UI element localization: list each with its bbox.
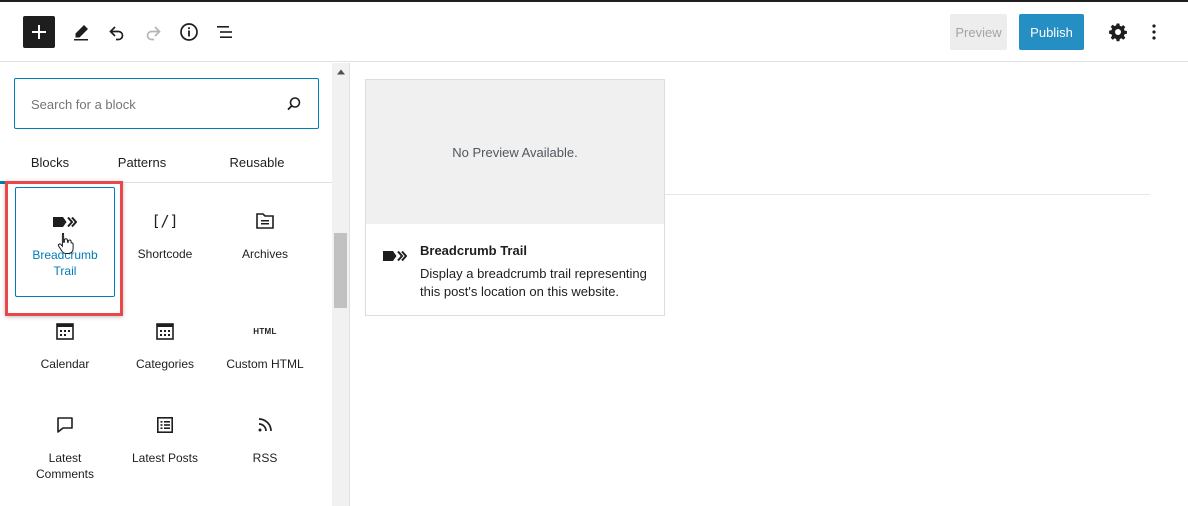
more-vertical-icon	[1152, 24, 1156, 40]
block-item-archives[interactable]: Archives	[215, 187, 315, 297]
inserter-tabs: Blocks Patterns Reusable	[0, 141, 332, 184]
block-label: Latest Comments	[35, 451, 94, 481]
undo-icon	[109, 26, 124, 41]
pencil-icon	[74, 25, 88, 41]
scroll-up-arrow-icon[interactable]	[332, 63, 349, 80]
details-button[interactable]	[177, 16, 201, 48]
tab-blocks[interactable]: Blocks	[0, 141, 100, 184]
redo-button[interactable]	[141, 16, 165, 48]
scrollbar-thumb[interactable]	[334, 233, 347, 308]
tab-patterns[interactable]: Patterns	[92, 141, 192, 183]
block-item-latest-posts[interactable]: Latest Posts	[115, 391, 215, 501]
block-preview-card: No Preview Available. Breadcrumb Trail D…	[365, 79, 665, 316]
editor-toolbar: Preview Publish	[0, 2, 1188, 62]
undo-button[interactable]	[105, 16, 129, 48]
block-label: Categories	[135, 357, 195, 371]
search-icon[interactable]	[283, 93, 305, 115]
block-label: RSS	[252, 451, 278, 465]
list-icon	[153, 413, 177, 437]
archives-icon	[253, 209, 277, 233]
block-label: Latest Posts	[131, 451, 199, 465]
block-search-input[interactable]	[31, 93, 271, 115]
canvas-divider	[665, 194, 1150, 195]
settings-button[interactable]	[1106, 20, 1130, 44]
block-label: Shortcode	[137, 247, 193, 261]
inserter-scrollbar[interactable]	[332, 63, 349, 506]
preview-placeholder: No Preview Available.	[366, 80, 664, 224]
breadcrumb-icon	[53, 210, 77, 234]
rss-icon	[253, 413, 277, 437]
block-item-rss[interactable]: RSS	[215, 391, 315, 501]
calendar-icon	[53, 319, 77, 343]
info-icon	[180, 23, 198, 41]
block-label: Custom HTML	[226, 357, 304, 371]
search-box	[14, 78, 319, 129]
categories-icon	[153, 319, 177, 343]
block-item-shortcode[interactable]: [/] Shortcode	[115, 187, 215, 297]
preview-block-description: Display a breadcrumb trail representing …	[420, 266, 647, 299]
block-label: Archives	[241, 247, 288, 261]
tools-button[interactable]	[69, 16, 93, 48]
add-block-button[interactable]	[23, 16, 55, 48]
plus-icon	[32, 25, 46, 39]
comment-icon	[53, 413, 77, 437]
preview-block-title: Breadcrumb Trail	[420, 243, 527, 258]
preview-button[interactable]: Preview	[950, 14, 1007, 50]
gear-icon	[1109, 23, 1127, 42]
breadcrumb-icon	[383, 244, 407, 268]
list-view-icon	[217, 26, 232, 38]
redo-icon	[146, 26, 161, 41]
options-button[interactable]	[1142, 20, 1166, 44]
block-label: Calendar	[40, 357, 90, 371]
block-inserter-panel: Blocks Patterns Reusable Breadcrumb Trai…	[0, 63, 350, 506]
list-view-button[interactable]	[213, 16, 237, 48]
shortcode-icon: [/]	[151, 212, 179, 230]
tab-reusable[interactable]: Reusable	[207, 141, 307, 183]
block-item-latest-comments[interactable]: Latest Comments	[15, 391, 115, 501]
publish-button[interactable]: Publish	[1019, 14, 1084, 50]
hand-cursor-icon	[57, 233, 74, 254]
html-icon: HTML	[253, 326, 277, 336]
